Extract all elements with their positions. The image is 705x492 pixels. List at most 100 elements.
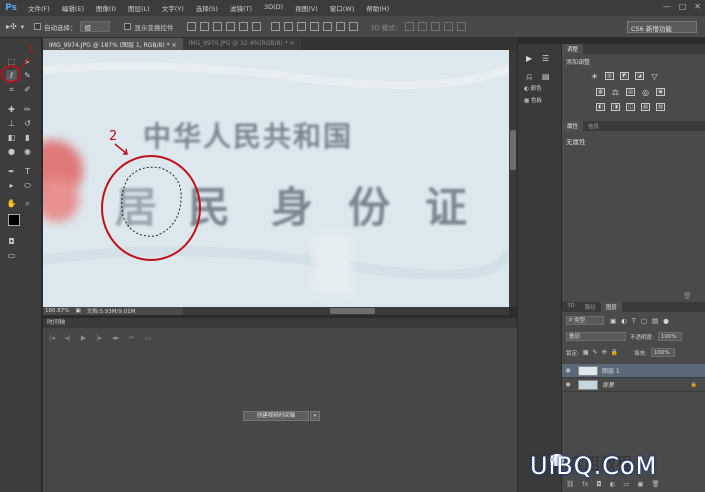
lock-transparent-icon[interactable]: ▦ xyxy=(583,349,589,356)
zoom-tool-icon[interactable]: ⌕ xyxy=(22,198,33,209)
vertical-scroll-thumb[interactable] xyxy=(510,130,516,170)
tab-paths[interactable]: 路径 xyxy=(580,302,601,312)
history-icon[interactable]: ⎌ xyxy=(526,72,532,82)
screen-mode-icon[interactable]: ▭ xyxy=(6,250,17,261)
audio-icon[interactable]: ◂▸ xyxy=(112,334,119,342)
filter-type-icon[interactable]: T xyxy=(632,317,636,325)
color-panel-item[interactable]: ◐ 颜色 xyxy=(524,84,542,92)
blur-icon[interactable]: ● xyxy=(6,146,17,157)
tab-layers[interactable]: 图层 xyxy=(600,302,622,312)
minimize-icon[interactable]: — xyxy=(663,2,671,11)
layer-row-background[interactable]: ◉ 背景 🔒 xyxy=(562,378,705,392)
first-frame-icon[interactable]: |◂ xyxy=(49,334,55,342)
slide-3d-icon[interactable] xyxy=(444,22,454,31)
pen-tool-icon[interactable]: ✒ xyxy=(6,166,17,177)
menu-file[interactable]: 文件(F) xyxy=(22,3,56,13)
path-selection-icon[interactable]: ▸ xyxy=(6,180,17,191)
tab-document-2[interactable]: IMG_9979.JPG @ 32.4%(RGB/8) * × xyxy=(182,38,301,50)
filter-shape-icon[interactable]: ▢ xyxy=(641,317,647,325)
align-top-icon[interactable] xyxy=(187,22,197,31)
timeline-tab[interactable]: 时间轴 xyxy=(43,318,517,328)
selective-color-icon[interactable]: ▨ xyxy=(656,103,665,111)
properties-panel-icon[interactable]: ▤ xyxy=(542,72,550,81)
align-center-icon[interactable] xyxy=(239,22,249,31)
close-icon[interactable]: ✕ xyxy=(694,2,701,11)
fill-input[interactable]: 100% xyxy=(650,348,675,357)
visibility-eye-icon[interactable]: ◉ xyxy=(562,367,574,374)
roll-3d-icon[interactable] xyxy=(418,22,428,31)
brush-tool-icon[interactable]: ✏ xyxy=(22,104,33,115)
lock-position-icon[interactable]: ✣ xyxy=(602,349,607,356)
curves-icon[interactable]: ◩ xyxy=(620,72,629,80)
menu-image[interactable]: 图像(I) xyxy=(90,3,122,13)
align-middle-icon[interactable] xyxy=(200,22,210,31)
horizontal-scroll-thumb[interactable] xyxy=(330,308,375,314)
add-mask-icon[interactable]: ◘ xyxy=(596,480,601,488)
transition-icon[interactable]: ▭ xyxy=(145,334,152,342)
filter-smart-icon[interactable]: ▤ xyxy=(652,317,658,325)
align-bottom-icon[interactable] xyxy=(213,22,223,31)
align-left-icon[interactable] xyxy=(226,22,236,31)
gradient-icon[interactable]: ▮ xyxy=(22,132,33,143)
color-balance-icon[interactable]: ⚖ xyxy=(611,88,620,97)
delete-layer-icon[interactable]: 🗑 xyxy=(652,480,660,488)
opacity-input[interactable]: 100% xyxy=(657,332,682,341)
distribute-bottom-icon[interactable] xyxy=(297,22,307,31)
posterize-icon[interactable]: ◨ xyxy=(611,103,620,111)
distribute-right-icon[interactable] xyxy=(336,22,346,31)
distribute-center-icon[interactable] xyxy=(323,22,333,31)
history-brush-icon[interactable]: ↺ xyxy=(22,118,33,129)
visibility-eye-icon[interactable]: ◉ xyxy=(562,381,574,388)
actions-list-icon[interactable]: ☰ xyxy=(542,54,549,63)
hand-tool-icon[interactable]: ✋ xyxy=(6,198,17,209)
tab-adjustments[interactable]: 调整 xyxy=(562,44,584,54)
menu-help[interactable]: 帮助(H) xyxy=(360,3,395,13)
exposure-icon[interactable]: ◪ xyxy=(635,72,644,80)
filter-toggle-icon[interactable]: ● xyxy=(663,317,669,325)
distribute-left-icon[interactable] xyxy=(310,22,320,31)
next-frame-icon[interactable]: |▸ xyxy=(96,334,102,342)
show-transform-checkbox[interactable] xyxy=(124,23,132,30)
swatches-panel-item[interactable]: ▦ 色板 xyxy=(524,96,542,104)
distribute-top-icon[interactable] xyxy=(271,22,281,31)
shape-tool-icon[interactable]: ⬭ xyxy=(22,180,33,191)
type-tool-icon[interactable]: T xyxy=(22,166,33,177)
vertical-scrollbar[interactable] xyxy=(509,50,517,307)
layer-name[interactable]: 图层 1 xyxy=(602,366,620,375)
dodge-icon[interactable]: ◉ xyxy=(22,146,33,157)
lock-all-icon[interactable]: 🔒 xyxy=(611,349,618,356)
menu-view[interactable]: 视图(V) xyxy=(289,3,324,13)
tab-document-1[interactable]: IMG_9974.JPG @ 187% (图层 1, RGB/8) * × xyxy=(43,38,183,50)
tool-preset-arrow-icon[interactable]: ▾ xyxy=(21,23,24,31)
menu-3d[interactable]: 3D(D) xyxy=(258,3,289,13)
black-white-icon[interactable]: ▤ xyxy=(626,88,635,96)
zoom-level[interactable]: 186.87% xyxy=(45,308,69,314)
new-layer-icon[interactable]: ▣ xyxy=(637,480,643,488)
quick-mask-icon[interactable]: ◘ xyxy=(6,236,17,247)
clone-stamp-icon[interactable]: ⊥ xyxy=(6,118,17,129)
auto-align-icon[interactable] xyxy=(349,22,359,31)
levels-icon[interactable]: ▥ xyxy=(605,72,614,80)
align-right-icon[interactable] xyxy=(252,22,262,31)
create-video-timeline-button[interactable]: 创建视频时间轴 xyxy=(243,411,309,421)
menu-layer[interactable]: 图层(L) xyxy=(122,3,156,13)
menu-select[interactable]: 选择(S) xyxy=(190,3,224,13)
hue-saturation-icon[interactable]: ▦ xyxy=(596,88,605,96)
tab-close-icon[interactable]: × xyxy=(290,40,295,47)
layer-name[interactable]: 背景 xyxy=(602,380,614,389)
menu-filter[interactable]: 滤镜(T) xyxy=(224,3,258,13)
previous-frame-icon[interactable]: ◂| xyxy=(65,334,71,342)
split-icon[interactable]: ✂ xyxy=(129,334,135,342)
layer-row-layer1[interactable]: ◉ 图层 1 xyxy=(562,364,705,378)
restore-icon[interactable]: □ xyxy=(679,2,687,11)
document-canvas[interactable]: 中华人民共和国 居 民 身 份 证 2 xyxy=(43,50,509,307)
tab-3d[interactable]: 3D xyxy=(562,302,580,312)
channel-mixer-icon[interactable]: ▣ xyxy=(656,88,665,96)
auto-select-dropdown[interactable]: 组 xyxy=(80,21,111,32)
layer-style-icon[interactable]: fx xyxy=(582,480,588,488)
drag-3d-icon[interactable] xyxy=(431,22,441,31)
new-adjustment-icon[interactable]: ◐ xyxy=(610,480,616,488)
auto-select-checkbox[interactable] xyxy=(33,23,41,30)
menu-edit[interactable]: 编辑(E) xyxy=(56,3,90,13)
brightness-icon[interactable]: ☀ xyxy=(590,72,599,81)
